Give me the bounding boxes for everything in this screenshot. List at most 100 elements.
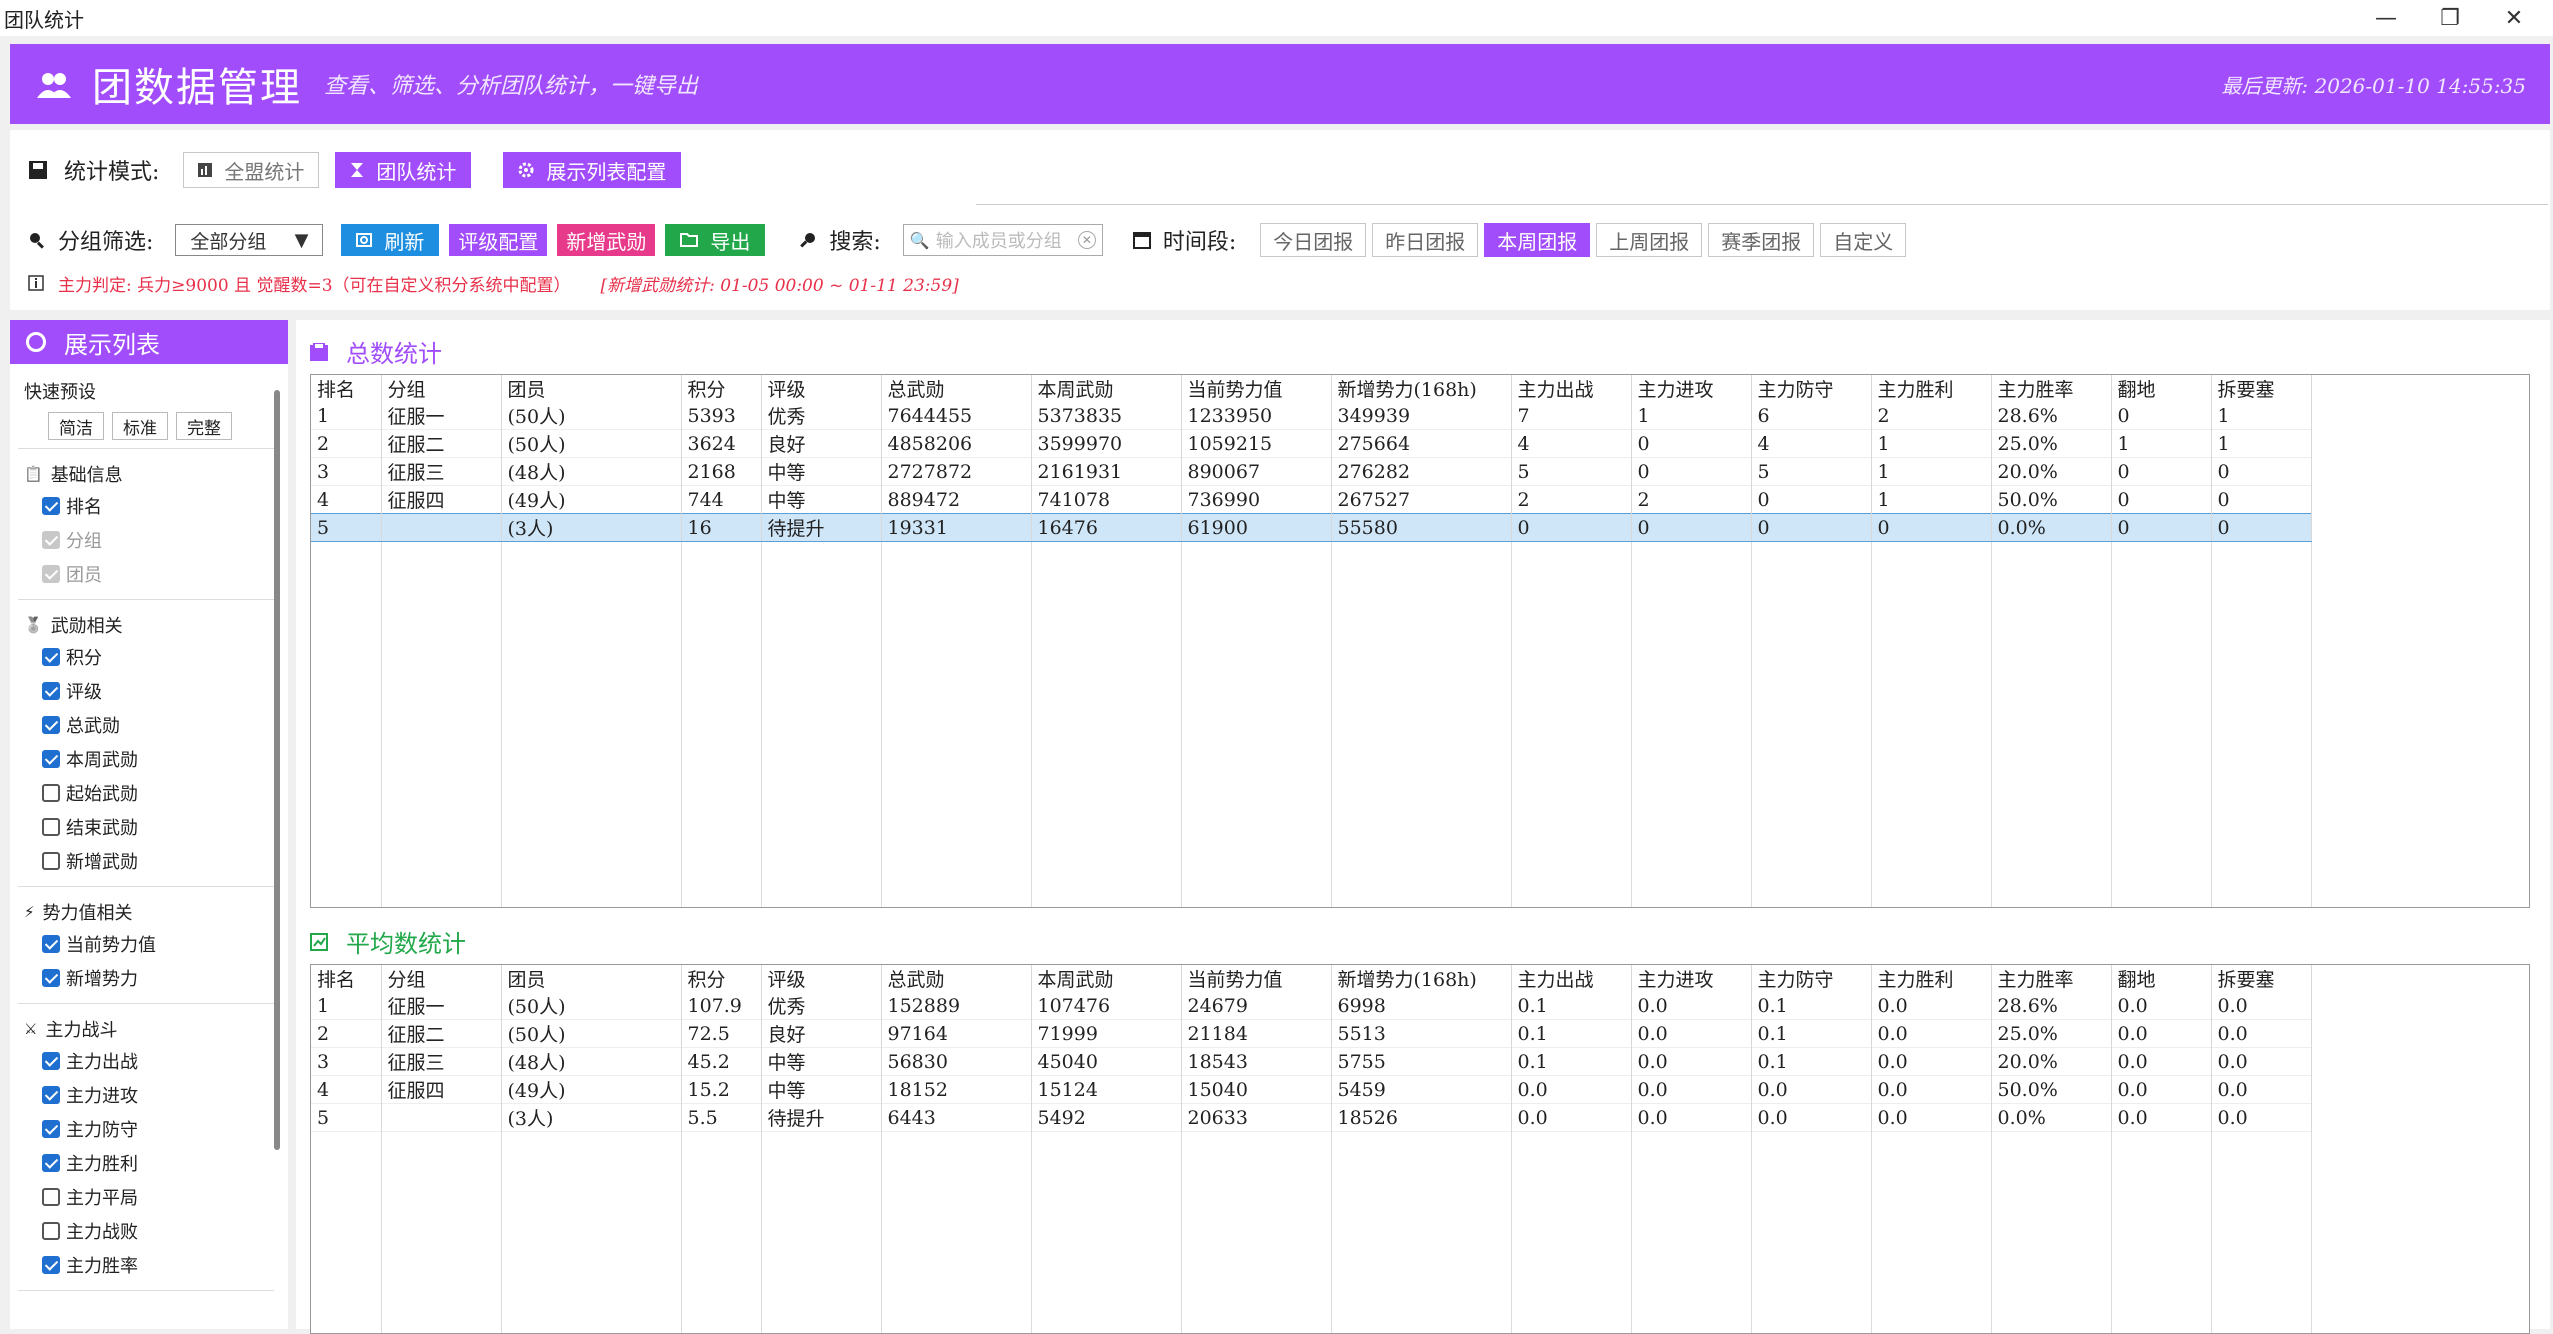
column-header[interactable]: 新增势力(168h) xyxy=(1331,375,1512,402)
new-merit-button[interactable]: 新增武勋 xyxy=(557,224,656,256)
minimize-button[interactable]: — xyxy=(2356,0,2416,36)
column-checkbox[interactable]: 新增武勋 xyxy=(18,844,274,878)
checkbox-box[interactable] xyxy=(42,1086,60,1104)
column-checkbox[interactable]: 主力平局 xyxy=(18,1180,274,1214)
column-checkbox[interactable]: 主力进攻 xyxy=(18,1078,274,1112)
table-row[interactable]: 4 征服四 (49人) 744 中等 889472 741078 736990 267527 2 2… xyxy=(311,485,2312,514)
maximize-button[interactable]: ❐ xyxy=(2420,0,2480,36)
column-header[interactable]: 本周武勋 xyxy=(1031,375,1182,402)
period-button[interactable]: 本周团报 xyxy=(1484,223,1591,257)
checkbox-box[interactable] xyxy=(42,1222,60,1240)
column-header[interactable]: 主力出战 xyxy=(1511,375,1632,402)
column-header[interactable]: 主力胜率 xyxy=(1991,965,2112,992)
column-header[interactable]: 评级 xyxy=(761,375,882,402)
checkbox-box[interactable] xyxy=(42,1188,60,1206)
column-checkbox[interactable]: 主力出战 xyxy=(18,1044,274,1078)
column-checkbox[interactable]: 本周武勋 xyxy=(18,742,274,776)
column-header[interactable]: 主力胜利 xyxy=(1871,375,1992,402)
column-header[interactable]: 主力防守 xyxy=(1751,965,1872,992)
column-header[interactable]: 拆要塞 xyxy=(2211,375,2312,402)
period-button[interactable]: 赛季团报 xyxy=(1708,223,1815,257)
column-checkbox[interactable]: 主力战败 xyxy=(18,1214,274,1248)
column-header[interactable]: 当前势力值 xyxy=(1181,965,1332,992)
table-row[interactable]: 2 征服二 (50人) 72.5 良好 97164 71999 21184 5513 0.1 0.0… xyxy=(311,1019,2312,1048)
column-checkbox[interactable]: 总武勋 xyxy=(18,708,274,742)
panel-scrollbar[interactable] xyxy=(274,390,280,1150)
column-checkbox[interactable]: 主力防守 xyxy=(18,1112,274,1146)
column-header[interactable]: 当前势力值 xyxy=(1181,375,1332,402)
period-button[interactable]: 上周团报 xyxy=(1596,223,1703,257)
column-header[interactable]: 总武勋 xyxy=(881,965,1032,992)
column-header[interactable]: 排名 xyxy=(311,965,382,992)
table-row[interactable]: 5 (3人) 5.5 待提升 6443 5492 20633 18526 0.0 0.0 0.0 0.… xyxy=(311,1103,2312,1132)
column-checkbox[interactable]: 排名 xyxy=(18,489,274,523)
export-button[interactable]: 导出 xyxy=(665,224,766,256)
checkbox-box[interactable] xyxy=(42,852,60,870)
column-checkbox[interactable]: 起始武勋 xyxy=(18,776,274,810)
search-input[interactable]: 🔍 输入成员或分组 ✕ xyxy=(902,224,1103,256)
list-config-button[interactable]: 展示列表配置 xyxy=(503,152,682,188)
column-header[interactable]: 主力胜利 xyxy=(1871,965,1992,992)
column-checkbox[interactable]: 主力胜率 xyxy=(18,1248,274,1282)
column-checkbox[interactable]: 新增势力 xyxy=(18,961,274,995)
period-button[interactable]: 自定义 xyxy=(1820,223,1907,257)
checkbox-box[interactable] xyxy=(42,1256,60,1274)
preset-full-button[interactable]: 完整 xyxy=(176,412,232,440)
close-button[interactable]: ✕ xyxy=(2484,0,2544,36)
column-header[interactable]: 主力进攻 xyxy=(1631,965,1752,992)
table-row[interactable]: 2 征服二 (50人) 3624 良好 4858206 3599970 1059215 2756… xyxy=(311,429,2312,458)
checkbox-box[interactable] xyxy=(42,935,60,953)
column-header[interactable]: 翻地 xyxy=(2111,965,2212,992)
period-button[interactable]: 昨日团报 xyxy=(1372,223,1479,257)
total-stats-table[interactable]: 排名 分组 团员 积分 评级 总武勋 本周武勋 当前势力值 新增势力(168h) 主力出战 主力进攻… xyxy=(310,374,2530,908)
checkbox-box[interactable] xyxy=(42,818,60,836)
checkbox-box[interactable] xyxy=(42,1154,60,1172)
table-row[interactable]: 4 征服四 (49人) 15.2 中等 18152 15124 15040 5459 0.0 0.0… xyxy=(311,1075,2312,1104)
column-header[interactable]: 主力防守 xyxy=(1751,375,1872,402)
clear-search-icon[interactable]: ✕ xyxy=(1077,231,1096,249)
column-header[interactable]: 团员 xyxy=(501,375,682,402)
table-row[interactable]: 1 征服一 (50人) 107.9 优秀 152889 107476 24679 6998 0.1… xyxy=(311,992,2312,1020)
column-header[interactable]: 总武勋 xyxy=(881,375,1032,402)
column-header[interactable]: 排名 xyxy=(311,375,382,402)
checkbox-box[interactable] xyxy=(42,682,60,700)
checkbox-box[interactable] xyxy=(42,750,60,768)
column-checkbox[interactable]: 评级 xyxy=(18,674,274,708)
period-button[interactable]: 今日团报 xyxy=(1260,223,1367,257)
column-checkbox[interactable]: 主力胜利 xyxy=(18,1146,274,1180)
table-row[interactable]: 1 征服一 (50人) 5393 优秀 7644455 5373835 1233950 3499… xyxy=(311,402,2312,430)
table-row[interactable]: 3 征服三 (48人) 45.2 中等 56830 45040 18543 5755 0.1 0.0… xyxy=(311,1047,2312,1076)
column-header[interactable]: 本周武勋 xyxy=(1031,965,1182,992)
preset-simple-button[interactable]: 简洁 xyxy=(48,412,104,440)
checkbox-box[interactable] xyxy=(42,784,60,802)
checkbox-box[interactable] xyxy=(42,497,60,515)
alliance-stats-button[interactable]: 全盟统计 xyxy=(183,152,320,188)
team-stats-button[interactable]: 团队统计 xyxy=(335,152,472,188)
column-header[interactable]: 主力进攻 xyxy=(1631,375,1752,402)
rating-config-button[interactable]: 评级配置 xyxy=(449,224,548,256)
column-header[interactable]: 团员 xyxy=(501,965,682,992)
column-checkbox[interactable]: 当前势力值 xyxy=(18,927,274,961)
column-header[interactable]: 积分 xyxy=(681,965,762,992)
checkbox-box[interactable] xyxy=(42,969,60,987)
column-header[interactable]: 主力胜率 xyxy=(1991,375,2112,402)
column-checkbox[interactable]: 结束武勋 xyxy=(18,810,274,844)
table-row[interactable]: 3 征服三 (48人) 2168 中等 2727872 2161931 890067 27628… xyxy=(311,457,2312,486)
average-stats-table[interactable]: 排名 分组 团员 积分 评级 总武勋 本周武勋 当前势力值 新增势力(168h) 主力出战 主力进攻… xyxy=(310,964,2530,1334)
table-row[interactable]: 5 (3人) 16 待提升 19331 16476 61900 55580 0 0 0 0 0.0% 0 0 xyxy=(311,513,2312,542)
column-header[interactable]: 翻地 xyxy=(2111,375,2212,402)
preset-standard-button[interactable]: 标准 xyxy=(112,412,168,440)
column-header[interactable]: 主力出战 xyxy=(1511,965,1632,992)
group-filter-select[interactable]: 全部分组 ▼ xyxy=(175,224,324,256)
refresh-button[interactable]: 刷新 xyxy=(341,224,440,256)
checkbox-box[interactable] xyxy=(42,648,60,666)
checkbox-box[interactable] xyxy=(42,1052,60,1070)
column-header[interactable]: 积分 xyxy=(681,375,762,402)
column-header[interactable]: 拆要塞 xyxy=(2211,965,2312,992)
checkbox-box[interactable] xyxy=(42,716,60,734)
checkbox-box[interactable] xyxy=(42,1120,60,1138)
column-header[interactable]: 新增势力(168h) xyxy=(1331,965,1512,992)
column-header[interactable]: 评级 xyxy=(761,965,882,992)
column-header[interactable]: 分组 xyxy=(381,965,502,992)
column-header[interactable]: 分组 xyxy=(381,375,502,402)
